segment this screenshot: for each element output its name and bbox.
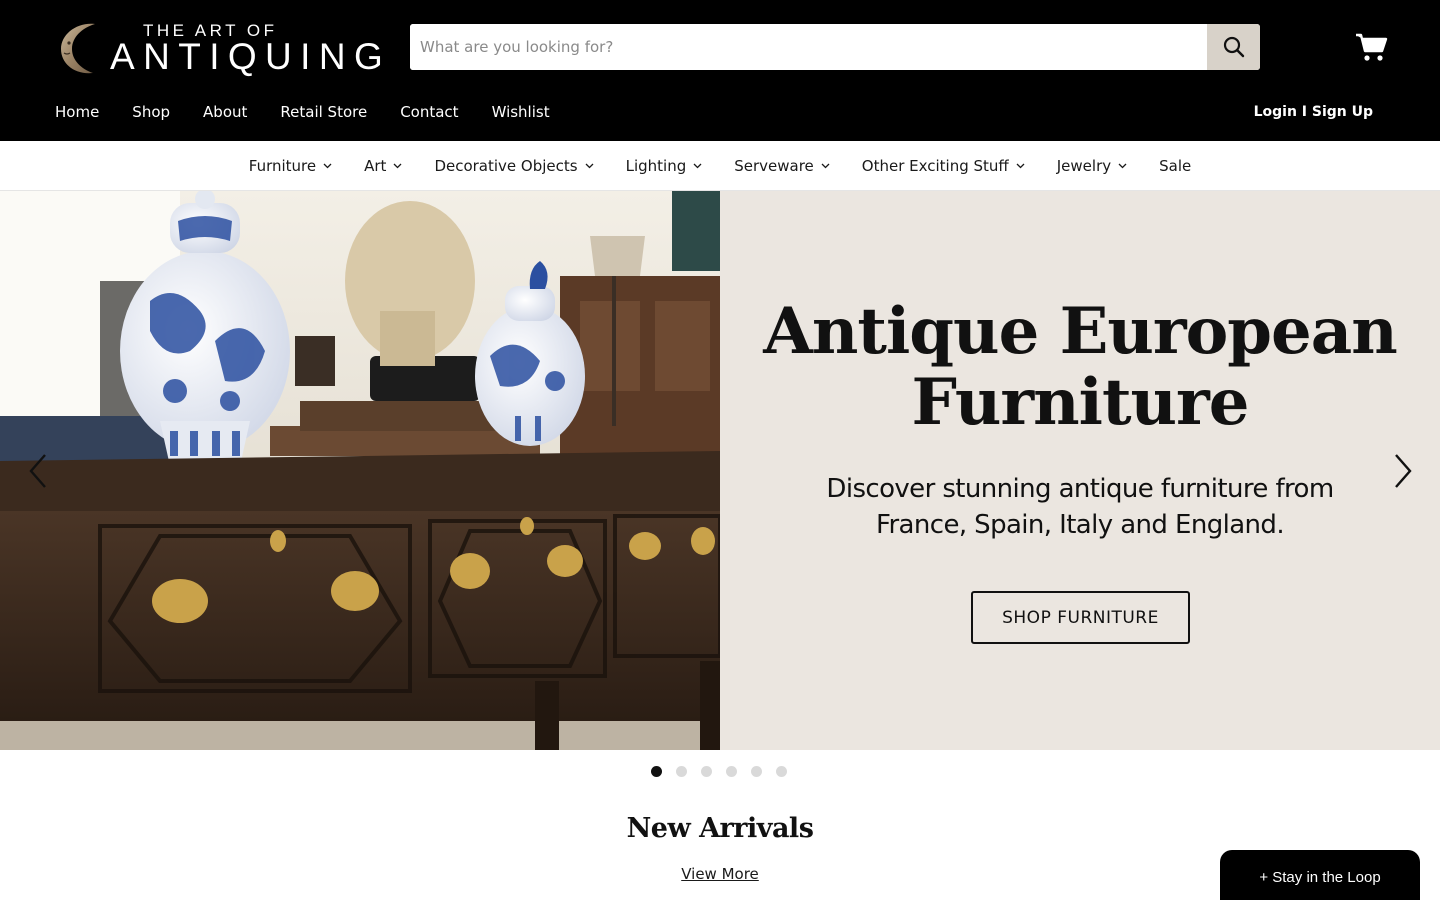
hero-subtitle-line1: Discover stunning antique furniture from [826,474,1334,504]
new-arrivals-heading: New Arrivals [626,813,814,844]
site-header: THE ART OF ANTIQUING Home Shop About Ret… [0,0,1440,141]
hero-image [0,191,720,750]
category-label: Sale [1159,156,1192,175]
hero-subtitle-line2: France, Spain, Italy and England. [875,510,1285,540]
login-signup-link[interactable]: Login I Sign Up [1254,104,1373,120]
stay-in-the-loop-button[interactable]: + Stay in the Loop [1220,850,1420,900]
search-button[interactable] [1207,24,1260,70]
chevron-down-icon [393,163,402,168]
hero-title-line2: Furniture [911,365,1250,440]
hero-subtitle: Discover stunning antique furniture from… [810,471,1350,543]
search-icon [1223,36,1244,58]
chevron-down-icon [1118,163,1127,168]
category-label: Art [364,156,387,175]
nav-home-link[interactable]: Home [55,103,99,123]
slide-dot-4[interactable] [726,766,737,777]
category-label: Furniture [248,156,317,175]
category-art[interactable]: Art [364,157,402,175]
slide-dot-3[interactable] [701,766,712,777]
nav-retail-store-link[interactable]: Retail Store [280,103,367,123]
chevron-down-icon [693,163,702,168]
chevron-down-icon [821,163,830,168]
category-sale[interactable]: Sale [1159,157,1191,175]
category-other-exciting-stuff[interactable]: Other Exciting Stuff [862,157,1025,175]
hero-title: Antique European Furniture [720,296,1440,438]
hero-title-line1: Antique European [763,294,1398,369]
chevron-down-icon [1016,163,1025,168]
category-label: Lighting [625,156,687,175]
nav-contact-link[interactable]: Contact [400,103,458,123]
chevron-right-icon[interactable] [1392,451,1416,491]
hero-slideshow: Antique European Furniture Discover stun… [0,191,1440,750]
slide-dot-6[interactable] [776,766,787,777]
chevron-left-icon[interactable] [25,451,49,491]
category-label: Jewelry [1056,156,1112,175]
category-jewelry[interactable]: Jewelry [1057,157,1127,175]
nav-shop-link[interactable]: Shop [132,103,170,123]
logo-wordmark: ANTIQUING [110,36,392,77]
search-bar [410,24,1260,70]
category-label: Serveware [734,156,814,175]
category-label: Other Exciting Stuff [861,156,1009,175]
category-lighting[interactable]: Lighting [626,157,703,175]
category-nav: Furniture Art Decorative Objects Lightin… [0,141,1440,191]
slide-dot-5[interactable] [751,766,762,777]
category-furniture[interactable]: Furniture [249,157,332,175]
search-input[interactable] [410,24,1207,70]
hero-text-panel: Antique European Furniture Discover stun… [720,191,1440,750]
category-decorative-objects[interactable]: Decorative Objects [434,156,594,175]
slide-dot-1[interactable] [651,766,662,777]
hero-photo-illustration [0,191,720,750]
category-label: Decorative Objects [434,156,578,175]
cart-icon[interactable] [1354,31,1388,63]
slideshow-pagination [651,766,787,777]
shop-furniture-button[interactable]: SHOP FURNITURE [971,591,1190,644]
chevron-down-icon [585,163,594,168]
chevron-down-icon [323,163,332,168]
crescent-moon-icon [61,23,95,74]
view-more-link[interactable]: View More [681,865,759,883]
site-logo[interactable]: THE ART OF ANTIQUING [55,20,383,77]
utility-nav: Home Shop About Retail Store Contact Wis… [55,103,583,123]
slide-dot-2[interactable] [676,766,687,777]
nav-wishlist-link[interactable]: Wishlist [492,103,550,123]
category-serveware[interactable]: Serveware [734,157,830,175]
nav-about-link[interactable]: About [203,103,247,123]
